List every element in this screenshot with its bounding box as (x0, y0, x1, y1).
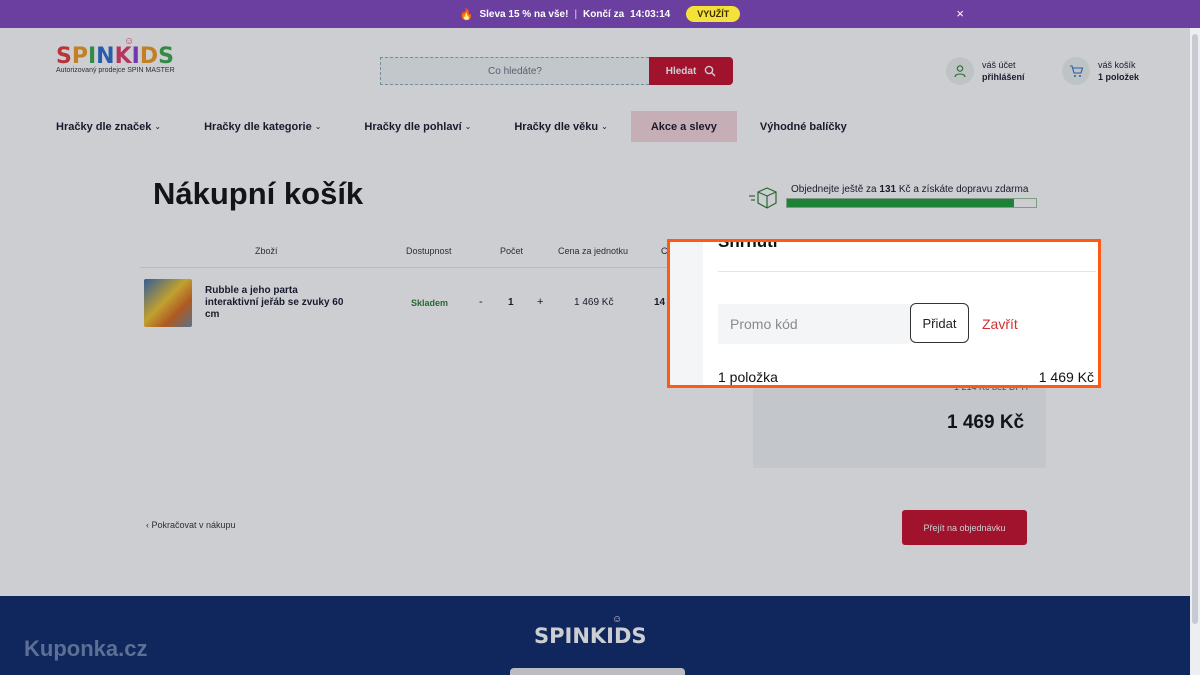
page-scrollbar[interactable] (1190, 28, 1200, 675)
popup-side-strip (670, 242, 703, 385)
add-promo-button[interactable]: Přidat (910, 303, 969, 343)
close-promo-link[interactable]: Zavřít (982, 316, 1018, 332)
promo-close-icon[interactable]: × (956, 6, 964, 21)
popup-title: Shrnutí (718, 239, 778, 251)
promo-bar: 🔥 Sleva 15 % na vše! | Končí za 14:03:14… (0, 0, 1200, 28)
promo-cta-button[interactable]: VYUŽÍT (686, 6, 741, 22)
promo-countdown: 14:03:14 (630, 8, 671, 20)
popup-items-price: 1 469 Kč (1038, 369, 1094, 385)
fire-icon: 🔥 (459, 8, 474, 21)
promo-code-popup: Shrnutí Promo kód Přidat Zavřít 1 položk… (667, 239, 1101, 388)
watermark: Kuponka.cz (24, 636, 148, 661)
promo-separator: | (574, 8, 578, 20)
promo-code-input[interactable]: Promo kód (718, 304, 911, 344)
promo-text: Sleva 15 % na vše! (479, 8, 569, 20)
popup-divider (718, 271, 1096, 272)
popup-items-count: 1 položka (718, 369, 778, 385)
promo-ends-label: Končí za (583, 8, 625, 20)
scrollbar-thumb[interactable] (1192, 34, 1198, 624)
